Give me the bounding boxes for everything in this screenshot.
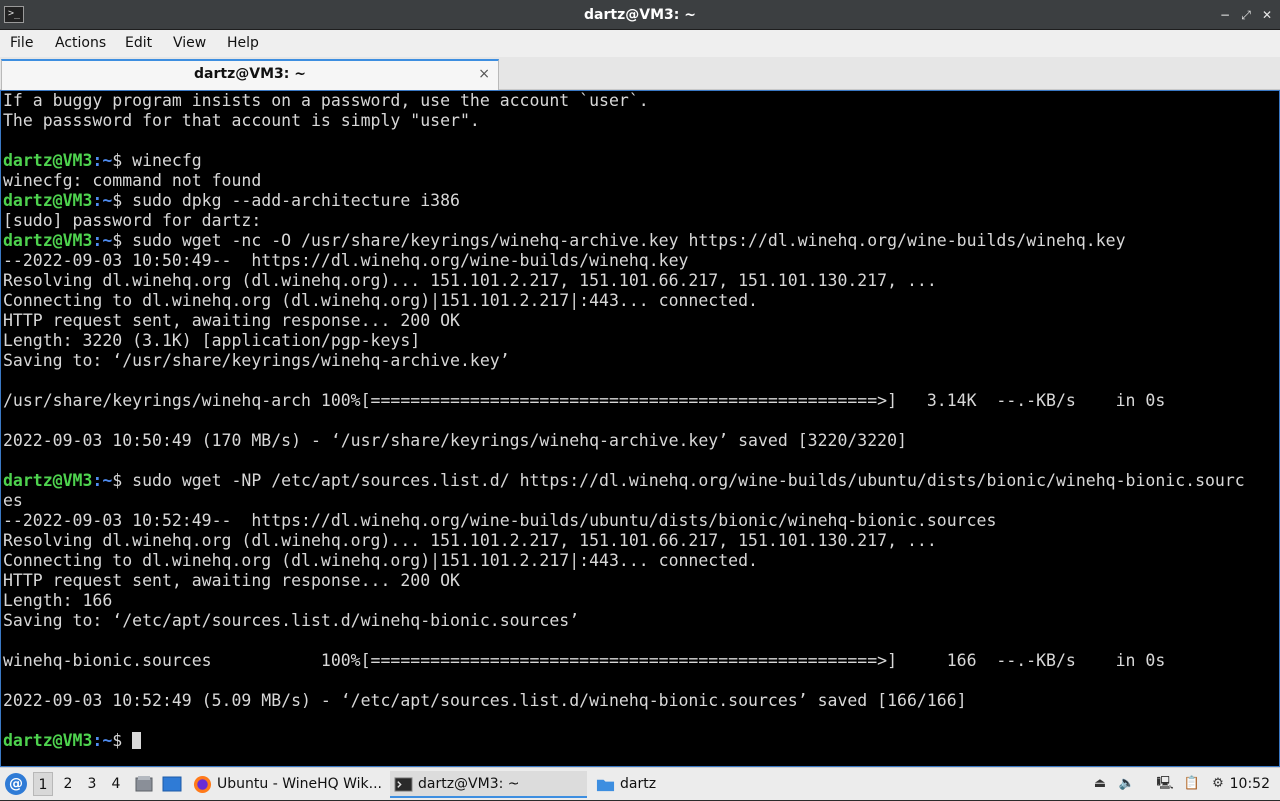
- terminal-line: HTTP request sent, awaiting response... …: [3, 311, 460, 330]
- update-notifier-icon[interactable]: ⚙: [1208, 774, 1228, 794]
- file-manager-launcher-icon[interactable]: [134, 774, 154, 794]
- show-desktop-icon[interactable]: [162, 774, 182, 794]
- close-icon[interactable]: ✕: [1259, 7, 1275, 23]
- workspace-3[interactable]: 3: [82, 772, 102, 796]
- tray-upload-icon[interactable]: ⏏: [1090, 774, 1110, 794]
- terminal-prompt-line: dartz@VM3:~$ sudo wget -NP /etc/apt/sour…: [3, 471, 1279, 491]
- terminal-output[interactable]: If a buggy program insists on a password…: [0, 90, 1280, 767]
- terminal-line: Length: 166: [3, 591, 113, 610]
- tab-close-icon[interactable]: ×: [478, 65, 490, 83]
- terminal-prompt-line: dartz@VM3:~$ sudo dpkg --add-architectur…: [3, 191, 1279, 211]
- menu-file[interactable]: File: [8, 30, 35, 57]
- window-title: dartz@VM3: ~: [584, 7, 696, 23]
- terminal-line: [sudo] password for dartz:: [3, 211, 262, 230]
- tab-bar: dartz@VM3: ~ ×: [0, 57, 1280, 90]
- terminal-line: Connecting to dl.winehq.org (dl.winehq.o…: [3, 291, 758, 310]
- firefox-icon: [193, 775, 212, 794]
- menu-edit[interactable]: Edit: [123, 30, 154, 57]
- terminal-line: If a buggy program insists on a password…: [3, 91, 649, 110]
- terminal-prompt-line: dartz@VM3:~$ sudo wget -nc -O /usr/share…: [3, 231, 1279, 251]
- task-folder[interactable]: dartz: [592, 771, 788, 798]
- prompt-user-host: dartz@VM3: [3, 471, 93, 490]
- terminal-line: Resolving dl.winehq.org (dl.winehq.org).…: [3, 531, 937, 550]
- taskbar: @ 1 2 3 4 Ubuntu - WineHQ Wik... dartz@V…: [0, 767, 1280, 800]
- tab-terminal[interactable]: dartz@VM3: ~ ×: [1, 59, 499, 90]
- prompt-user-host: dartz@VM3: [3, 231, 93, 250]
- prompt-path: :~: [92, 191, 113, 210]
- command-text: $ sudo wget -nc -O /usr/share/keyrings/w…: [112, 231, 1126, 250]
- workspace-2[interactable]: 2: [58, 772, 78, 796]
- terminal-icon: [394, 777, 413, 792]
- command-text: $ sudo dpkg --add-architecture i386: [112, 191, 460, 210]
- task-firefox[interactable]: Ubuntu - WineHQ Wik...: [189, 771, 385, 798]
- folder-icon: [596, 779, 615, 792]
- network-icon[interactable]: 🖳: [1155, 774, 1175, 794]
- terminal-line: es: [3, 491, 23, 510]
- command-text: $ winecfg: [112, 151, 202, 170]
- terminal-line: 2022-09-03 10:50:49 (170 MB/s) - ‘/usr/s…: [3, 431, 907, 450]
- terminal-line: --2022-09-03 10:52:49-- https://dl.wineh…: [3, 511, 997, 530]
- task-label: dartz@VM3: ~: [418, 776, 520, 792]
- tab-label: dartz@VM3: ~: [194, 66, 306, 82]
- prompt-path: :~: [92, 731, 113, 750]
- terminal-text: If a buggy program insists on a password…: [1, 91, 1279, 751]
- terminal-line: Resolving dl.winehq.org (dl.winehq.org).…: [3, 271, 937, 290]
- terminal-line: --2022-09-03 10:50:49-- https://dl.wineh…: [3, 251, 689, 270]
- menu-bar: File Actions Edit View Help: [0, 30, 1280, 57]
- window-titlebar[interactable]: >_ dartz@VM3: ~ − ⤢ ✕: [0, 0, 1280, 30]
- prompt-path: :~: [92, 471, 113, 490]
- debian-swirl-icon[interactable]: @: [5, 773, 27, 795]
- menu-help[interactable]: Help: [225, 30, 261, 57]
- terminal-line: Saving to: ‘/etc/apt/sources.list.d/wine…: [3, 611, 580, 630]
- terminal-line: The passsword for that account is simply…: [3, 111, 480, 130]
- command-text: $: [112, 731, 133, 750]
- menu-actions[interactable]: Actions: [53, 30, 108, 57]
- terminal-line: Length: 3220 (3.1K) [application/pgp-key…: [3, 331, 421, 350]
- terminal-line: Saving to: ‘/usr/share/keyrings/winehq-a…: [3, 351, 510, 370]
- prompt-user-host: dartz@VM3: [3, 191, 93, 210]
- terminal-prompt-line: dartz@VM3:~$: [3, 731, 1279, 751]
- minimize-icon[interactable]: −: [1217, 7, 1233, 23]
- clipboard-icon[interactable]: 📋: [1182, 774, 1202, 794]
- terminal-line: winecfg: command not found: [3, 171, 262, 190]
- terminal-line: winehq-bionic.sources 100%[=============…: [3, 651, 1166, 670]
- workspace-1[interactable]: 1: [33, 772, 53, 796]
- terminal-line: /usr/share/keyrings/winehq-arch 100%[===…: [3, 391, 1166, 410]
- terminal-line: HTTP request sent, awaiting response... …: [3, 571, 460, 590]
- prompt-user-host: dartz@VM3: [3, 151, 93, 170]
- maximize-icon[interactable]: ⤢: [1238, 7, 1254, 23]
- clock[interactable]: 10:52: [1230, 768, 1270, 801]
- prompt-path: :~: [92, 151, 113, 170]
- menu-view[interactable]: View: [171, 30, 208, 57]
- prompt-path: :~: [92, 231, 113, 250]
- command-text: $ sudo wget -NP /etc/apt/sources.list.d/…: [112, 471, 1245, 490]
- task-label: dartz: [620, 776, 657, 792]
- volume-icon[interactable]: 🔈: [1117, 774, 1137, 794]
- terminal-prompt-line: dartz@VM3:~$ winecfg: [3, 151, 1279, 171]
- prompt-user-host: dartz@VM3: [3, 731, 93, 750]
- terminal-line: 2022-09-03 10:52:49 (5.09 MB/s) - ‘/etc/…: [3, 691, 967, 710]
- terminal-cursor: [132, 732, 142, 749]
- workspace-4[interactable]: 4: [106, 772, 126, 796]
- terminal-line: Connecting to dl.winehq.org (dl.winehq.o…: [3, 551, 758, 570]
- task-terminal[interactable]: dartz@VM3: ~: [390, 771, 587, 798]
- task-label: Ubuntu - WineHQ Wik...: [217, 776, 382, 792]
